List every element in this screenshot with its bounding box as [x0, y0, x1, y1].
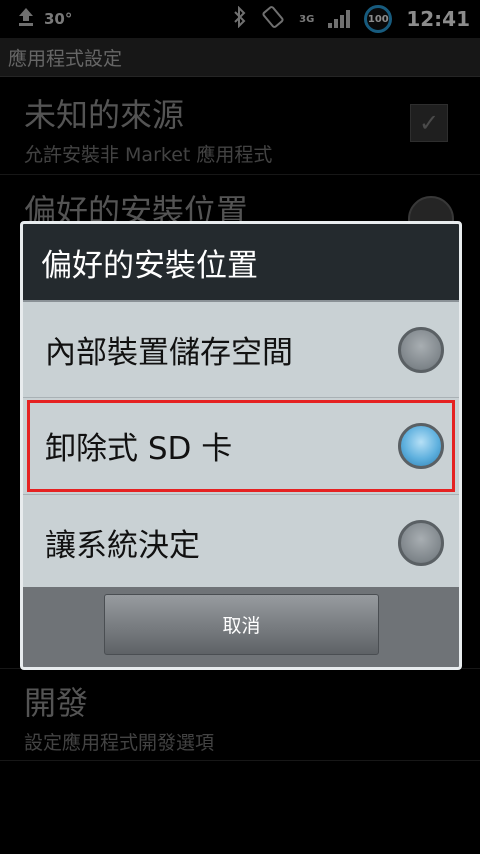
radio-button-sd-card[interactable]: [398, 422, 444, 469]
option-sd-card[interactable]: 卸除式 SD 卡: [23, 398, 459, 493]
option-internal-storage[interactable]: 內部裝置儲存空間: [23, 302, 459, 397]
option-label: 讓系統決定: [45, 528, 200, 564]
radio-button-internal-storage[interactable]: [398, 326, 444, 373]
dialog-title: 偏好的安裝位置: [41, 247, 258, 284]
option-label: 內部裝置儲存空間: [45, 335, 293, 371]
option-label: 卸除式 SD 卡: [45, 431, 233, 467]
dialog-header: 偏好的安裝位置: [23, 224, 459, 302]
dialog-footer: 取消: [23, 587, 459, 667]
cancel-button[interactable]: 取消: [104, 594, 379, 655]
option-system-decide[interactable]: 讓系統決定: [23, 495, 459, 590]
radio-button-system-decide[interactable]: [398, 519, 444, 566]
install-location-dialog: 偏好的安裝位置 內部裝置儲存空間 卸除式 SD 卡 讓系統決定 取消: [20, 221, 462, 670]
